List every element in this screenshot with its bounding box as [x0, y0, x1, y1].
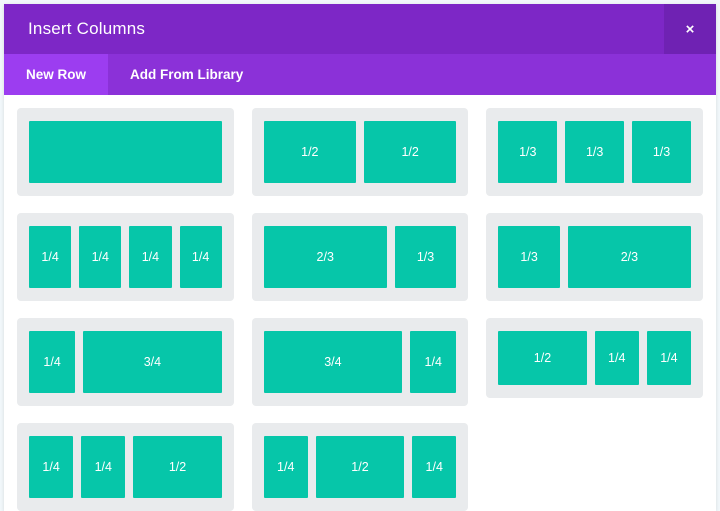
insert-columns-modal: Insert Columns × New Row Add From Librar…	[4, 4, 716, 511]
layout-cell: 1/4 3/4	[8, 318, 243, 423]
layout-column-label: 1/3	[652, 145, 671, 159]
layout-option-quarter-quarter-quarter-quarter[interactable]: 1/4 1/4 1/4 1/4	[17, 213, 234, 301]
layout-column[interactable]: 1/4	[29, 436, 74, 498]
layout-column-label: 1/4	[425, 460, 443, 474]
layout-column[interactable]	[29, 121, 222, 183]
layout-column[interactable]: 1/3	[632, 121, 691, 183]
layout-option-full-width[interactable]	[17, 108, 234, 196]
layout-grid: 1/2 1/2 1/3 1/3 1/3 1/4 1/4 1/4 1/4 2/3 1/3 1/3 2/3 1…	[8, 108, 712, 511]
layout-cell: 2/3 1/3	[243, 213, 478, 318]
layout-column-label: 1/4	[91, 250, 109, 264]
layout-column[interactable]: 1/2	[263, 121, 356, 183]
layout-column[interactable]: 2/3	[567, 226, 691, 288]
tab-new-row[interactable]: New Row	[4, 54, 109, 95]
layout-column-label: 3/4	[324, 355, 342, 369]
layout-column[interactable]: 3/4	[83, 331, 222, 393]
layout-cell	[8, 108, 243, 213]
layout-column-label: 2/3	[620, 250, 639, 264]
layout-column-label: 1/3	[416, 250, 435, 264]
layout-column-label: 1/4	[42, 460, 60, 474]
modal-header: Insert Columns ×	[4, 4, 716, 54]
layout-column[interactable]: 1/3	[498, 121, 558, 183]
page-title: Insert Columns	[28, 19, 146, 38]
layout-option-twothirds-third[interactable]: 2/3 1/3	[251, 213, 469, 301]
layout-column[interactable]: 1/3	[565, 121, 625, 183]
layout-column[interactable]: 1/4	[179, 226, 222, 288]
layout-column-label: 1/4	[141, 250, 160, 264]
layout-cell: 1/4 1/4 1/4 1/4	[8, 213, 243, 318]
layout-column-label: 1/4	[424, 355, 442, 369]
layout-column-label: 1/3	[585, 145, 604, 159]
layout-column-label: 1/3	[519, 145, 537, 159]
layout-column-label: 3/4	[143, 355, 162, 369]
layout-option-quarter-threequarters[interactable]: 1/4 3/4	[17, 318, 234, 406]
layout-option-quarter-half-quarter[interactable]: 1/4 1/2 1/4	[251, 423, 469, 511]
layout-options-panel: 1/2 1/2 1/3 1/3 1/3 1/4 1/4 1/4 1/4 2/3 1/3 1/3 2/3 1…	[4, 95, 716, 511]
layout-column-label: 1/4	[608, 351, 626, 365]
layout-option-half-half[interactable]: 1/2 1/2	[251, 108, 469, 196]
layout-option-half-quarter-quarter[interactable]: 1/2 1/4 1/4	[486, 318, 703, 398]
tab-add-from-library-label: Add From Library	[130, 67, 244, 82]
layout-column-label: 1/4	[94, 460, 112, 474]
layout-cell: 1/2 1/4 1/4	[477, 318, 712, 423]
tab-new-row-label: New Row	[26, 67, 87, 82]
layout-column[interactable]: 1/2	[363, 121, 457, 183]
layout-column[interactable]: 1/4	[263, 436, 308, 498]
layout-column[interactable]: 1/4	[29, 226, 72, 288]
tab-bar: New Row Add From Library	[4, 54, 716, 95]
layout-column[interactable]: 1/4	[29, 331, 76, 393]
layout-column[interactable]: 1/4	[129, 226, 172, 288]
layout-option-quarter-quarter-half[interactable]: 1/4 1/4 1/2	[17, 423, 234, 511]
layout-cell: 3/4 1/4	[243, 318, 478, 423]
layout-column[interactable]: 1/2	[315, 436, 405, 498]
layout-column[interactable]: 1/4	[646, 331, 691, 385]
layout-option-third-third-third[interactable]: 1/3 1/3 1/3	[486, 108, 703, 196]
layout-option-third-twothirds[interactable]: 1/3 2/3	[486, 213, 703, 301]
layout-column[interactable]: 1/4	[410, 331, 457, 393]
layout-column-label: 1/4	[41, 250, 59, 264]
layout-column-label: 2/3	[316, 250, 334, 264]
layout-column[interactable]: 1/2	[133, 436, 222, 498]
layout-option-threequarters-quarter[interactable]: 3/4 1/4	[251, 318, 469, 406]
layout-column[interactable]: 1/3	[498, 226, 560, 288]
layout-column-label: 1/4	[277, 460, 295, 474]
layout-column[interactable]: 1/2	[498, 331, 587, 385]
tab-add-from-library[interactable]: Add From Library	[108, 54, 265, 95]
layout-column-label: 1/2	[168, 460, 187, 474]
layout-column-label: 1/4	[43, 355, 61, 369]
layout-column-label: 1/4	[660, 351, 678, 365]
layout-column[interactable]: 1/4	[412, 436, 457, 498]
layout-column-label: 1/2	[301, 145, 319, 159]
layout-column[interactable]: 2/3	[263, 226, 387, 288]
layout-column[interactable]: 1/4	[79, 226, 122, 288]
layout-cell: 1/4 1/4 1/2	[8, 423, 243, 511]
layout-cell: 1/4 1/2 1/4	[243, 423, 478, 511]
layout-column-label: 1/3	[520, 250, 538, 264]
close-icon: ×	[685, 20, 695, 38]
layout-cell: 1/3 1/3 1/3	[477, 108, 712, 213]
layout-cell: 1/3 2/3	[477, 213, 712, 318]
layout-column-label: 1/4	[191, 250, 210, 264]
layout-cell: 1/2 1/2	[243, 108, 478, 213]
layout-column[interactable]: 3/4	[263, 331, 403, 393]
layout-column-label: 1/2	[351, 460, 369, 474]
close-button[interactable]: ×	[664, 4, 716, 54]
layout-column[interactable]: 1/3	[394, 226, 457, 288]
layout-column[interactable]: 1/4	[594, 331, 639, 385]
layout-column-label: 1/2	[533, 351, 552, 365]
layout-column-label: 1/2	[401, 145, 419, 159]
layout-column[interactable]: 1/4	[81, 436, 126, 498]
